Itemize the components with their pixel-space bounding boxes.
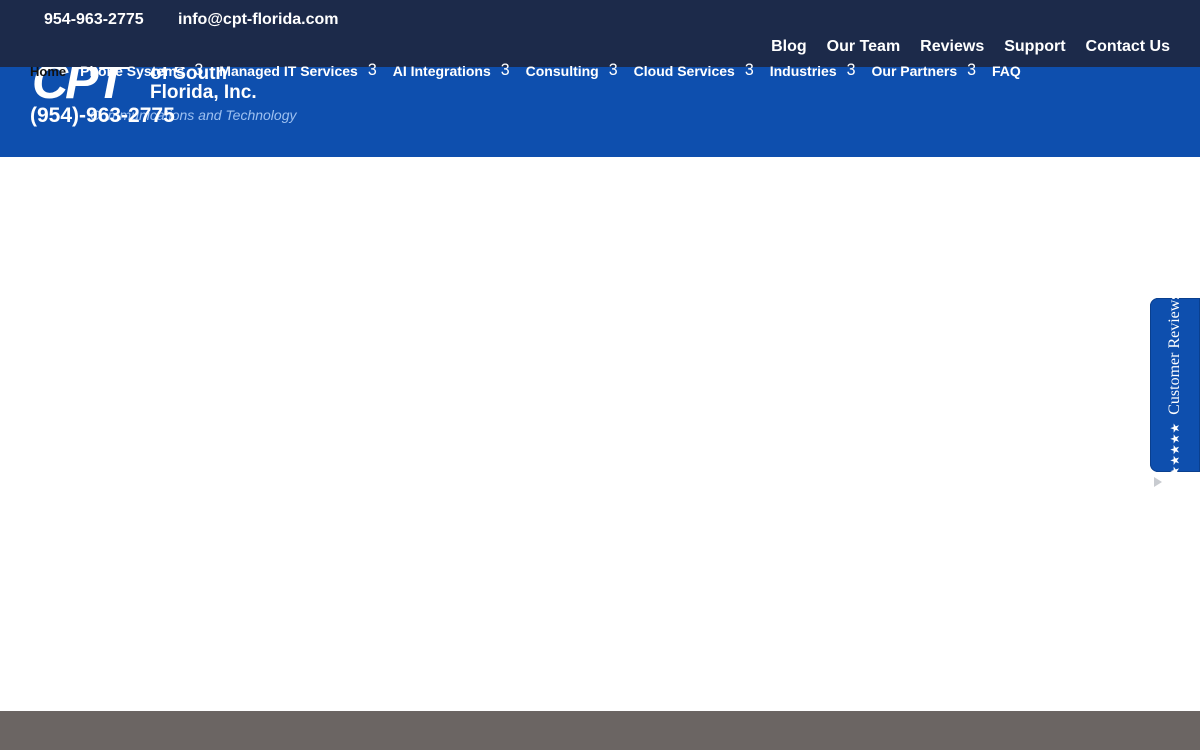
nav-label: Phone Systems bbox=[80, 63, 185, 79]
nav-label: Industries bbox=[769, 63, 837, 79]
nav-industries[interactable]: Industries 3 bbox=[770, 62, 856, 80]
top-bar: 954-963-2775 info@cpt-florida.com Blog O… bbox=[0, 0, 1200, 67]
chevron-down-icon: 3 bbox=[367, 61, 377, 80]
play-arrow-icon[interactable] bbox=[1154, 477, 1162, 487]
chevron-down-icon: 3 bbox=[744, 61, 754, 80]
topbar-phone[interactable]: 954-963-2775 bbox=[44, 11, 144, 29]
secondary-nav: Blog Our Team Reviews Support Contact Us bbox=[771, 38, 1170, 56]
nav-our-partners[interactable]: Our Partners 3 bbox=[872, 62, 977, 80]
nav-phone-systems[interactable]: Phone Systems 3 bbox=[80, 62, 203, 80]
nav-cloud-services[interactable]: Cloud Services 3 bbox=[634, 62, 754, 80]
secondary-nav-support[interactable]: Support bbox=[1004, 38, 1065, 56]
chevron-down-icon: 3 bbox=[967, 61, 977, 80]
secondary-nav-reviews[interactable]: Reviews bbox=[920, 38, 984, 56]
star-rating-icon: ★★★★★ bbox=[1168, 422, 1182, 477]
chevron-down-icon: 3 bbox=[500, 61, 510, 80]
secondary-nav-blog[interactable]: Blog bbox=[771, 38, 807, 56]
topbar-email[interactable]: info@cpt-florida.com bbox=[178, 11, 338, 29]
footer-strip bbox=[0, 711, 1200, 750]
nav-label: Cloud Services bbox=[633, 63, 735, 79]
secondary-nav-our-team[interactable]: Our Team bbox=[827, 38, 901, 56]
chevron-down-icon: 3 bbox=[194, 61, 204, 80]
nav-ai-integrations[interactable]: AI Integrations 3 bbox=[393, 62, 510, 80]
customer-reviews-tab[interactable]: ★★★★★ Customer Reviews bbox=[1150, 293, 1200, 477]
reviews-tab-content: ★★★★★ Customer Reviews bbox=[1166, 293, 1184, 476]
reviews-tab-label: Customer Reviews bbox=[1166, 293, 1183, 415]
secondary-nav-contact-us[interactable]: Contact Us bbox=[1086, 38, 1170, 56]
chevron-down-icon: 3 bbox=[608, 61, 618, 80]
nav-label: Managed IT Services bbox=[219, 63, 358, 79]
nav-faq[interactable]: FAQ bbox=[992, 63, 1021, 79]
nav-consulting[interactable]: Consulting 3 bbox=[526, 62, 618, 80]
nav-label: Consulting bbox=[525, 63, 599, 79]
main-nav: Home Phone Systems 3 Managed IT Services… bbox=[30, 61, 1037, 81]
nav-label: AI Integrations bbox=[392, 63, 491, 79]
logo-line-2: Florida, Inc. bbox=[150, 82, 257, 103]
nav-label: Our Partners bbox=[871, 63, 958, 79]
header-phone[interactable]: (954)-963-2775 bbox=[30, 104, 175, 128]
nav-home[interactable]: Home bbox=[30, 64, 66, 79]
nav-managed-it-services[interactable]: Managed IT Services 3 bbox=[219, 62, 376, 80]
chevron-down-icon: 3 bbox=[846, 61, 856, 80]
